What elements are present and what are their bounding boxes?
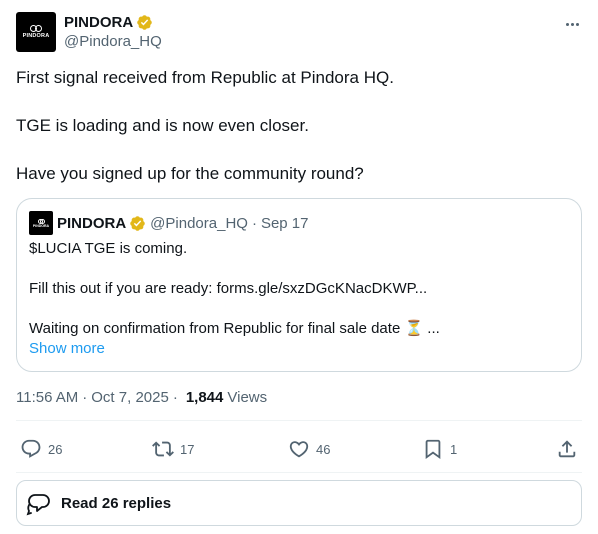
bookmark-count: 1 xyxy=(450,441,458,457)
reply-icon xyxy=(21,439,41,458)
quoted-handle: @Pindora_HQ xyxy=(150,214,248,232)
separator-dot: · xyxy=(251,214,257,232)
quoted-avatar: PINDORA xyxy=(29,211,53,235)
repost-button[interactable]: 17 xyxy=(152,434,194,464)
tweet-header: PINDORA PINDORA @Pindora_HQ xyxy=(16,12,582,54)
tweet-text: First signal received from Republic at P… xyxy=(16,66,582,186)
reply-button[interactable]: 26 xyxy=(20,434,62,464)
tweet-meta: 11:56 AM · Oct 7, 2025 · 1,844 Views xyxy=(16,387,267,407)
more-options-icon[interactable] xyxy=(562,14,582,34)
read-replies-button[interactable]: Read 26 replies xyxy=(16,480,582,526)
author-display-name[interactable]: PINDORA xyxy=(64,14,133,31)
bookmark-button[interactable]: 1 xyxy=(422,434,457,464)
quoted-line: $LUCIA TGE is coming. xyxy=(29,240,188,257)
tweet-date[interactable]: Oct 7, 2025 xyxy=(91,389,169,406)
action-bar: 26 17 46 1 xyxy=(16,434,582,464)
quoted-date: Sep 17 xyxy=(260,214,309,232)
show-more-link[interactable]: Show more xyxy=(29,339,569,359)
reply-count: 26 xyxy=(48,441,63,457)
quoted-avatar-logo-text: PINDORA xyxy=(32,223,50,228)
views-count[interactable]: 1,844 xyxy=(186,389,224,406)
quoted-line: Fill this out if you are ready: forms.gl… xyxy=(29,280,428,297)
repost-count: 17 xyxy=(180,441,195,457)
repost-icon xyxy=(152,441,174,457)
tweet-line: TGE is loading and is now even closer. xyxy=(16,116,309,135)
author-handle[interactable]: @Pindora_HQ xyxy=(64,33,162,50)
tweet-line: Have you signed up for the community rou… xyxy=(16,164,364,183)
share-icon xyxy=(558,440,576,458)
author-block: PINDORA @Pindora_HQ xyxy=(64,12,162,51)
separator-dot: · xyxy=(172,388,178,406)
quoted-tweet[interactable]: PINDORA PINDORA @Pindora_HQ · Sep 17 $LU… xyxy=(16,198,582,372)
verified-badge-icon xyxy=(137,14,152,30)
like-count: 46 xyxy=(316,441,331,457)
avatar[interactable]: PINDORA xyxy=(16,12,56,52)
pindora-logo-icon xyxy=(30,25,42,32)
quoted-tweet-header: PINDORA PINDORA @Pindora_HQ · Sep 17 xyxy=(29,211,309,235)
verified-badge-icon xyxy=(130,215,145,231)
read-replies-label: Read 26 replies xyxy=(61,494,172,512)
views-label: Views xyxy=(227,388,268,406)
divider xyxy=(16,420,582,421)
quoted-display-name: PINDORA xyxy=(57,214,127,232)
heart-icon xyxy=(289,441,309,458)
speech-bubbles-icon xyxy=(26,494,50,516)
share-button[interactable] xyxy=(556,434,578,464)
separator-dot: · xyxy=(82,388,88,406)
quoted-line: Waiting on confirmation from Republic fo… xyxy=(29,320,440,337)
quoted-tweet-body: $LUCIA TGE is coming. Fill this out if y… xyxy=(29,239,569,359)
tweet-line: First signal received from Republic at P… xyxy=(16,68,394,87)
avatar-logo-text: PINDORA xyxy=(22,33,50,39)
bookmark-icon xyxy=(425,439,441,460)
tweet-time[interactable]: 11:56 AM xyxy=(16,389,78,406)
like-button[interactable]: 46 xyxy=(288,434,330,464)
pindora-logo-icon xyxy=(37,218,45,224)
divider xyxy=(16,472,582,473)
